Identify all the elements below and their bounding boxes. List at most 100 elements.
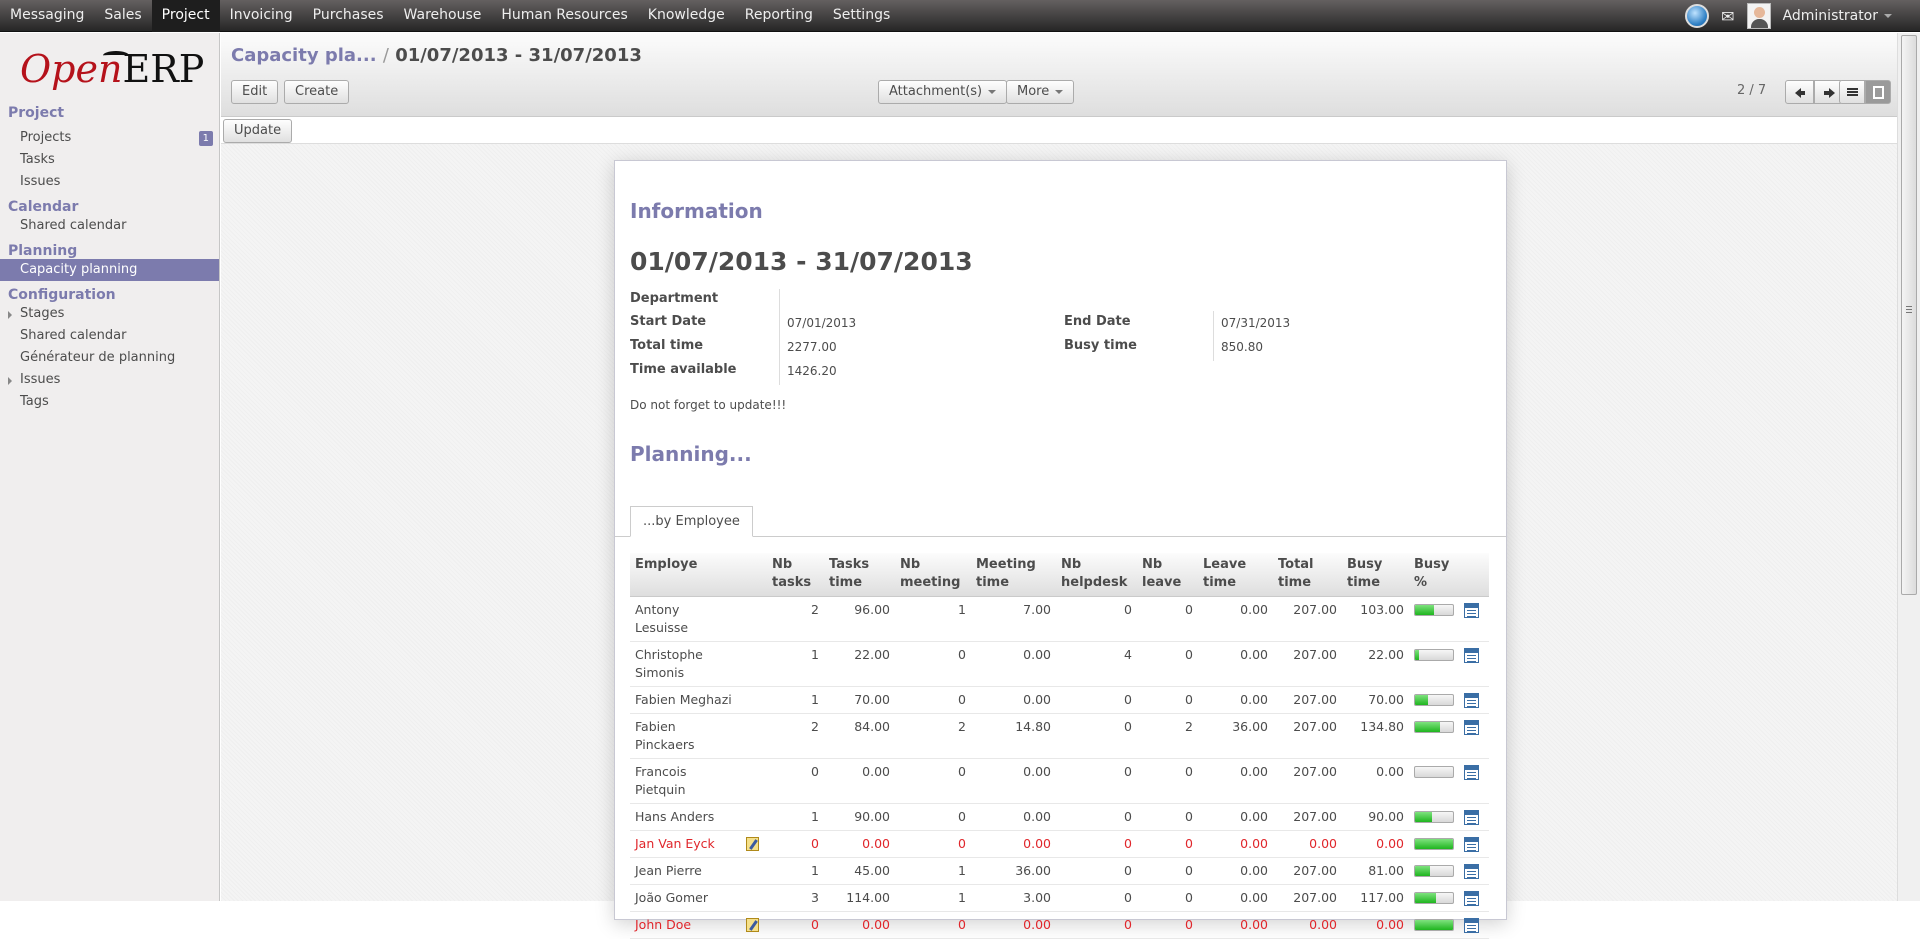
table-row[interactable]: Jan Van Eyck 0 0.00 0 0.00 0 0 0.00 0.00 0.00 [630,830,1489,858]
top-menu-item[interactable]: Messaging [0,0,94,32]
top-menu-item[interactable]: Sales [94,0,151,32]
table-row[interactable]: Fabien Meghazi 1 70.00 0 0.00 0 0 0.00 207.00 70.… [630,686,1489,714]
time-available-field[interactable]: 1426.20 [787,364,837,378]
table-row[interactable]: Jean Pierre 1 45.00 1 36.00 0 0 0.00 207.00 81.00 [630,857,1489,885]
col-meeting-time-line2: time [976,575,1010,590]
top-menu-item[interactable]: Invoicing [220,0,303,32]
calendar-icon[interactable] [1464,692,1479,708]
col-meeting-time[interactable]: Meeting time [971,553,1056,597]
sidebar-item[interactable]: Projects 1 [0,127,219,149]
top-menu-item[interactable]: Warehouse [394,0,492,32]
cell-nb-meeting: 0 [895,911,971,939]
user-menu[interactable]: Administrator [1783,8,1892,24]
top-menu-item[interactable]: Project [151,0,220,32]
edit-button[interactable]: Edit [231,80,279,104]
calendar-icon[interactable] [1464,602,1479,618]
edit-icon[interactable] [746,837,759,851]
sidebar-item[interactable]: Stages [0,303,219,325]
total-time-field[interactable]: 2277.00 [787,340,837,354]
calendar-icon[interactable] [1464,764,1479,780]
top-menu-item[interactable]: Reporting [735,0,823,32]
user-area: ✉ Administrator [1685,0,1892,32]
calendar-icon[interactable] [1464,809,1479,825]
scrollbar-thumb[interactable] [1901,35,1917,595]
sidebar-item[interactable]: Tasks [0,149,219,171]
form-view-button[interactable] [1865,80,1891,104]
top-menu-item[interactable]: Purchases [303,0,394,32]
cell-nb-leave: 0 [1137,803,1198,831]
sidebar-item[interactable]: Tags [0,391,219,413]
sidebar-item[interactable]: Shared calendar [0,215,219,237]
edit-button-label: Edit [242,84,268,99]
start-date-field[interactable]: 07/01/2013 [787,316,856,330]
end-date-field[interactable]: 07/31/2013 [1221,316,1290,330]
top-menu-item[interactable]: Human Resources [491,0,637,32]
edit-icon[interactable] [746,918,759,932]
edit-cell [741,803,767,831]
cell-nb-meeting: 0 [895,641,971,687]
calendar-icon[interactable] [1464,647,1479,663]
table-row[interactable]: Fabien Pinckaers 2 84.00 2 14.80 0 2 36.00 207.0… [630,713,1489,759]
col-employe[interactable]: Employe [630,553,741,597]
table-row[interactable]: Christophe Simonis 1 22.00 0 0.00 4 0 0.00 207.0… [630,641,1489,687]
sidebar-item[interactable]: Issues [0,171,219,193]
table-row[interactable]: Antony Lesuisse 2 96.00 1 7.00 0 0 0.00 207.00 10… [630,596,1489,642]
cell-nb-tasks: 0 [767,758,824,804]
cell-meeting-time: 0.00 [971,830,1056,858]
busy-pct-cell [1409,884,1459,912]
breadcrumb: Capacity pla... / 01/07/2013 - 31/07/201… [231,45,642,66]
calendar-icon[interactable] [1464,890,1479,906]
sidebar-item[interactable]: Capacity planning [0,259,219,281]
cell-tasks-time: 0.00 [824,758,895,804]
sidebar-item[interactable]: Générateur de planning [0,347,219,369]
col-nb-tasks[interactable]: Nb tasks [767,553,824,597]
table-row[interactable]: Hans Anders 1 90.00 0 0.00 0 0 0.00 207.00 90.00 [630,803,1489,831]
sidebar-item[interactable]: Issues [0,369,219,391]
breadcrumb-parent[interactable]: Capacity pla... [231,45,377,66]
table-row[interactable]: João Gomer 3 114.00 1 3.00 0 0 0.00 207.00 117.00 [630,884,1489,912]
mail-icon[interactable]: ✉ [1721,7,1734,26]
calendar-icon[interactable] [1464,863,1479,879]
col-nb-leave[interactable]: Nb leave [1137,553,1198,597]
expand-arrow-icon[interactable] [8,377,12,385]
globe-icon[interactable] [1685,4,1710,28]
col-total-time[interactable]: Total time [1273,553,1342,597]
openerp-logo[interactable]: OpenERP [20,47,204,91]
expand-arrow-icon[interactable] [8,311,12,319]
create-button[interactable]: Create [284,80,350,104]
employee-name: Jan Van Eyck [630,830,741,858]
col-nb-meeting[interactable]: Nb meeting [895,553,971,597]
employee-name: Antony Lesuisse [630,596,741,642]
table-row[interactable]: John Doe 0 0.00 0 0.00 0 0 0.00 0.00 0.00 [630,911,1489,939]
cell-total-time: 207.00 [1273,686,1342,714]
page-scrollbar[interactable] [1897,33,1920,901]
cell-leave-time: 0.00 [1198,758,1273,804]
top-menu-item[interactable]: Settings [823,0,900,32]
col-busy-time[interactable]: Busy time [1342,553,1409,597]
busy-time-field[interactable]: 850.80 [1221,340,1263,354]
cell-leave-time: 0.00 [1198,596,1273,642]
top-menu-item[interactable]: Knowledge [638,0,735,32]
col-tasks-time[interactable]: Tasks time [824,553,895,597]
busy-progress-bar [1414,649,1454,661]
col-leave-time[interactable]: Leave time [1198,553,1273,597]
calendar-icon[interactable] [1464,917,1479,933]
edit-cell [741,911,767,939]
cell-leave-time: 36.00 [1198,713,1273,759]
col-nb-helpdesk[interactable]: Nb helpdesk [1056,553,1137,597]
col-busy-pct[interactable]: Busy% [1409,553,1459,597]
more-button[interactable]: More [1006,80,1075,104]
employee-name: John Doe [630,911,741,939]
update-button[interactable]: Update [223,119,293,143]
table-row[interactable]: Francois Pietquin 0 0.00 0 0.00 0 0 0.00 207.00 0… [630,758,1489,804]
calendar-icon[interactable] [1464,836,1479,852]
tab-by-employee[interactable]: ...by Employee [630,506,753,537]
sidebar-item[interactable]: Shared calendar [0,325,219,347]
time-available-label: Time available [630,362,737,377]
calendar-icon[interactable] [1464,719,1479,735]
attachments-button[interactable]: Attachment(s) [878,80,1008,104]
list-view-button[interactable] [1839,80,1865,104]
previous-record-button[interactable] [1785,80,1814,104]
employee-name: Jean Pierre [630,857,741,885]
avatar[interactable] [1746,3,1771,29]
